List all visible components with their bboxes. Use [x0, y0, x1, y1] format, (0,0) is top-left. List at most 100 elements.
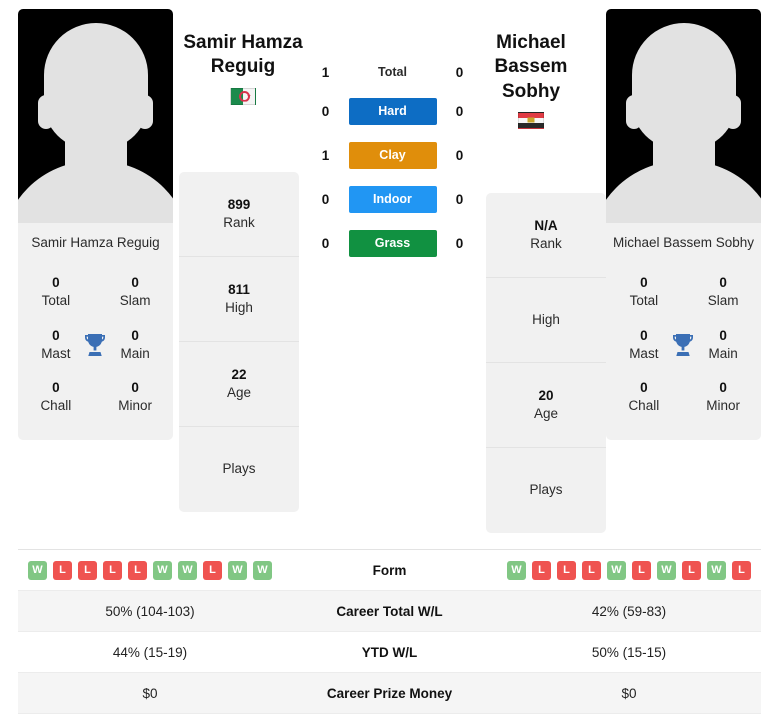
- avatar-silhouette-ear-right: [137, 95, 153, 129]
- titles-slam: 0 Slam: [109, 274, 161, 310]
- titles-main-label: Main: [708, 345, 738, 361]
- titles-chall-value: 0: [640, 380, 648, 396]
- right-player-panel: Michael Bassem Sobhy 0 Total 0 Slam 0 Ma…: [606, 9, 761, 440]
- form-badge-w: W: [707, 560, 726, 580]
- titles-mast: 0 Mast: [618, 327, 670, 363]
- titles-main-label: Main: [120, 345, 150, 361]
- left-player-headline: Samir Hamza Reguig: [180, 31, 306, 105]
- table-row: 44% (15-19) YTD W/L 50% (15-15): [18, 632, 761, 673]
- form-row-label: Form: [372, 562, 407, 578]
- right-player-headline-line1: Michael: [496, 32, 566, 53]
- h2h-row-hard: 0 Hard 0: [299, 98, 486, 125]
- h2h-clay-right-score: 0: [455, 148, 464, 163]
- h2h-hard-left-score: 0: [321, 104, 330, 119]
- titles-total: 0 Total: [618, 274, 670, 310]
- titles-row-total-slam: 0 Total 0 Slam: [610, 268, 757, 320]
- h2h-row-clay: 1 Clay 0: [299, 142, 486, 169]
- titles-row-mast-main: 0 Mast 0 Main: [610, 321, 757, 373]
- h2h-total-left-score: 1: [321, 64, 330, 80]
- prize-money-label: Career Prize Money: [326, 685, 453, 701]
- form-badge-w: W: [657, 560, 676, 580]
- titles-minor: 0 Minor: [697, 379, 749, 415]
- left-rank-label: Rank: [223, 215, 255, 230]
- avatar-silhouette-body: [18, 161, 173, 223]
- left-high-label: High: [225, 300, 253, 315]
- h2h-total-label: Total: [378, 65, 407, 79]
- titles-mast: 0 Mast: [30, 327, 82, 363]
- left-age-label: Age: [226, 385, 252, 400]
- player-comparison-page: Samir Hamza Reguig 0 Total 0 Slam 0 Mast…: [0, 0, 779, 719]
- right-plays-cell: Plays: [486, 448, 606, 533]
- form-badge-w: W: [253, 560, 272, 580]
- right-age-cell: 20 Age: [486, 363, 606, 448]
- titles-mast-value: 0: [640, 327, 648, 343]
- right-player-headline: Michael Bassem Sobhy: [468, 31, 594, 129]
- left-ytd-wl-value: 44% (15-19): [112, 644, 188, 660]
- form-badge-l: L: [203, 560, 222, 580]
- titles-minor-value: 0: [719, 380, 727, 396]
- right-titles-grid: 0 Total 0 Slam 0 Mast 0 Main 0 Chall 0 M…: [606, 264, 761, 439]
- head-to-head-column: 1 Total 0 0 Hard 0 1 Clay 0 0 Indoor 0 0…: [299, 9, 486, 257]
- surface-badge-indoor[interactable]: Indoor: [348, 186, 437, 213]
- titles-slam: 0 Slam: [697, 274, 749, 310]
- right-rank-cell: N/A Rank: [486, 193, 606, 278]
- right-high-label: High: [532, 311, 560, 327]
- titles-total-value: 0: [52, 275, 60, 291]
- right-form-strip: WLLLWLWLWL: [497, 560, 761, 580]
- ytd-wl-label: YTD W/L: [361, 644, 418, 660]
- right-form-cell: WLLLWLWLWL: [497, 560, 761, 580]
- titles-mast-value: 0: [52, 327, 60, 343]
- right-plays-label: Plays: [529, 482, 563, 498]
- titles-main: 0 Main: [697, 327, 749, 363]
- left-titles-grid: 0 Total 0 Slam 0 Mast 0 Main 0 Chall 0 M…: [18, 264, 173, 439]
- titles-slam-value: 0: [719, 275, 727, 291]
- right-high-cell: High: [486, 278, 606, 363]
- titles-total-label: Total: [629, 293, 659, 309]
- h2h-clay-left-score: 1: [321, 148, 330, 163]
- surface-badge-grass[interactable]: Grass: [348, 230, 437, 257]
- form-badge-w: W: [153, 560, 172, 580]
- form-badge-w: W: [178, 560, 197, 580]
- titles-total-label: Total: [41, 293, 71, 309]
- h2h-indoor-left-score: 0: [321, 192, 330, 207]
- stats-comparison-table: WLLLLWWLWW Form WLLLWLWLWL 50% (104-103)…: [18, 550, 761, 719]
- titles-row-chall-minor: 0 Chall 0 Minor: [610, 373, 757, 425]
- form-badge-l: L: [732, 560, 751, 580]
- form-badge-l: L: [682, 560, 701, 580]
- titles-minor: 0 Minor: [109, 379, 161, 415]
- right-prize-money-value: $0: [621, 685, 637, 701]
- left-form-cell: WLLLLWWLWW: [18, 560, 282, 580]
- form-badge-l: L: [103, 560, 122, 580]
- right-player-info-card: N/A Rank High 20 Age Plays: [486, 193, 606, 533]
- right-rank-value: N/A: [534, 217, 558, 233]
- left-player-headline-line1: Samir Hamza: [183, 32, 303, 53]
- h2h-total-label-wrap: Total: [349, 63, 437, 81]
- titles-slam-value: 0: [131, 275, 139, 291]
- left-age-cell: 22 Age: [179, 342, 299, 427]
- left-rank-cell: 899 Rank: [179, 172, 299, 257]
- titles-main-value: 0: [131, 327, 139, 343]
- avatar-silhouette-ear-left: [38, 95, 54, 129]
- avatar-silhouette-ear-left: [626, 95, 642, 129]
- form-badge-w: W: [607, 560, 626, 580]
- titles-chall: 0 Chall: [30, 379, 82, 415]
- right-ytd-wl-value: 50% (15-15): [591, 644, 667, 660]
- table-row-form: WLLLLWWLWW Form WLLLWLWLWL: [18, 550, 761, 591]
- surface-badge-hard[interactable]: Hard: [348, 98, 437, 125]
- form-badge-l: L: [532, 560, 551, 580]
- trophy-icon: [670, 333, 698, 357]
- left-player-info-card: 899 Rank 811 High 22 Age Plays: [179, 172, 299, 512]
- h2h-hard-badge-wrap: Hard: [348, 98, 437, 125]
- surface-badge-clay[interactable]: Clay: [348, 142, 437, 169]
- left-high-cell: 811 High: [179, 257, 299, 342]
- form-badge-l: L: [53, 560, 72, 580]
- trophy-icon: [82, 333, 110, 357]
- table-row: 50% (104-103) Career Total W/L 42% (59-8…: [18, 591, 761, 632]
- right-age-label: Age: [533, 406, 559, 421]
- left-rank-value: 899: [227, 196, 251, 212]
- titles-main: 0 Main: [109, 327, 161, 363]
- titles-total-value: 0: [640, 275, 648, 291]
- h2h-grass-badge-wrap: Grass: [348, 230, 437, 257]
- h2h-grass-right-score: 0: [455, 236, 464, 251]
- form-badge-l: L: [557, 560, 576, 580]
